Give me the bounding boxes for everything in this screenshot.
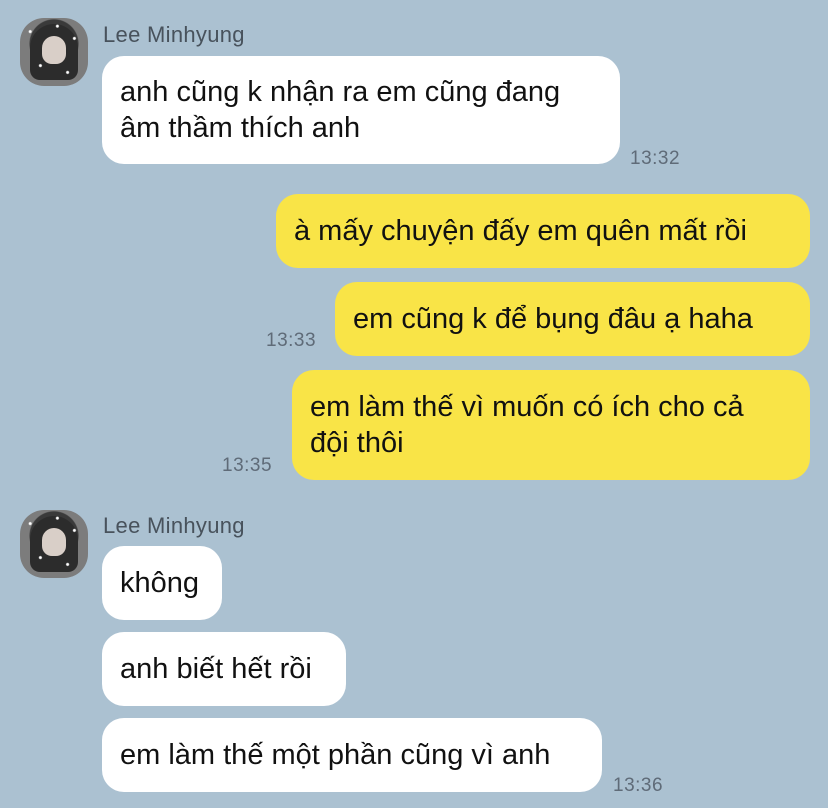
message-text: à mấy chuyện đấy em quên mất rồi	[294, 215, 747, 247]
outgoing-message-bubble[interactable]: em cũng k để bụng đâu ạ haha	[335, 282, 810, 356]
message-timestamp: 13:35	[222, 455, 273, 476]
message-text: em làm thế vì muốn có ích cho cả đội thô…	[310, 391, 744, 459]
message-text: anh biết hết rồi	[120, 653, 312, 685]
incoming-message-bubble[interactable]: em làm thế một phần cũng vì anh	[102, 718, 602, 792]
incoming-message-bubble[interactable]: anh cũng k nhận ra em cũng đang âm thầm …	[102, 56, 620, 164]
outgoing-message-bubble[interactable]: à mấy chuyện đấy em quên mất rồi	[276, 194, 810, 268]
sender-name: Lee Minhyung	[103, 513, 245, 538]
message-text: anh cũng k nhận ra em cũng đang âm thầm …	[120, 76, 561, 144]
message-timestamp: 13:32	[630, 148, 681, 169]
avatar-snow-effect	[20, 18, 88, 86]
avatar-snow-effect	[20, 510, 88, 578]
message-text: em làm thế một phần cũng vì anh	[120, 739, 551, 771]
message-text: không	[120, 567, 200, 599]
incoming-message-bubble[interactable]: anh biết hết rồi	[102, 632, 346, 706]
sender-name: Lee Minhyung	[103, 22, 245, 47]
sender-avatar[interactable]	[20, 510, 88, 578]
message-timestamp: 13:36	[613, 775, 664, 796]
message-timestamp: 13:33	[266, 330, 317, 351]
outgoing-message-bubble[interactable]: em làm thế vì muốn có ích cho cả đội thô…	[292, 370, 810, 480]
message-text: em cũng k để bụng đâu ạ haha	[353, 303, 753, 335]
sender-avatar[interactable]	[20, 18, 88, 86]
incoming-message-bubble[interactable]: không	[102, 546, 222, 620]
